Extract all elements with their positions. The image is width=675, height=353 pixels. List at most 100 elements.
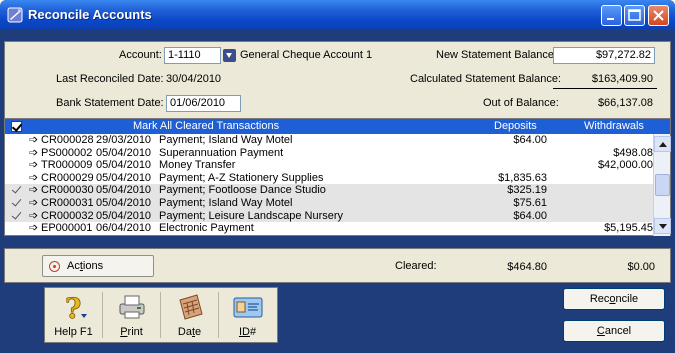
transaction-date: 29/03/2010 (96, 134, 152, 146)
transaction-date: 05/04/2010 (96, 197, 152, 209)
cancel-button[interactable]: Cancel (563, 320, 665, 342)
reconcile-accounts-window: Reconcile Accounts Account: 1-1110 Gener… (0, 0, 675, 353)
zoom-arrow-icon[interactable]: ➩ (29, 146, 38, 159)
vertical-scrollbar[interactable] (653, 134, 671, 236)
out-of-balance-value: $66,137.08 (597, 97, 653, 109)
zoom-arrow-icon[interactable]: ➩ (29, 196, 38, 209)
out-of-balance-label: Out of Balance: (483, 97, 559, 109)
transaction-id: CR000028 (41, 134, 94, 146)
transaction-id: EP000001 (41, 222, 93, 235)
transaction-date: 05/04/2010 (96, 159, 152, 172)
transaction-memo: Money Transfer (159, 159, 236, 172)
date-button[interactable]: Date (161, 288, 218, 342)
transaction-deposit: $64.00 (513, 134, 547, 146)
transaction-date: 06/04/2010 (96, 222, 152, 235)
transaction-deposit: $64.00 (513, 209, 547, 222)
cleared-checkmark-icon[interactable] (11, 197, 22, 209)
close-button[interactable] (648, 5, 669, 26)
table-row[interactable]: ➩ TR000009 05/04/2010 Money Transfer $42,000… (5, 159, 653, 172)
new-statement-balance-field[interactable]: $97,272.82 (553, 47, 655, 64)
balance-divider (553, 88, 657, 89)
svg-text:?: ? (65, 292, 81, 322)
actions-button[interactable]: Actions (42, 255, 154, 277)
transaction-rows: ➩ CR000028 29/03/2010 Payment; Island Way M… (5, 134, 653, 236)
date-label: Date (177, 326, 202, 338)
cleared-deposits-total: $464.80 (507, 261, 547, 273)
transaction-id: TR000009 (41, 159, 93, 172)
transaction-id: CR000032 (41, 209, 94, 222)
calculated-balance-label: Calculated Statement Balance: (410, 73, 562, 85)
account-name: General Cheque Account 1 (240, 49, 373, 61)
zoom-arrow-icon[interactable]: ➩ (29, 221, 38, 234)
cleared-checkmark-icon[interactable] (11, 172, 22, 184)
calendar-icon (179, 294, 203, 320)
actions-target-icon (49, 261, 60, 272)
table-row[interactable]: ➩ CR000028 29/03/2010 Payment; Island Way M… (5, 134, 653, 147)
minimize-icon (607, 18, 614, 20)
last-reconciled-label: Last Reconciled Date: (56, 73, 164, 85)
window-body: Account: 1-1110 General Cheque Account 1… (4, 30, 671, 349)
zoom-arrow-icon[interactable]: ➩ (29, 183, 38, 196)
cleared-withdrawals-total: $0.00 (627, 261, 655, 273)
id-button[interactable]: ID# (219, 288, 276, 342)
mark-all-checkbox[interactable] (11, 121, 22, 132)
zoom-arrow-icon[interactable]: ➩ (29, 171, 38, 184)
account-label: Account: (119, 49, 162, 61)
calculated-balance-value: $163,409.90 (591, 73, 653, 85)
minimize-button[interactable] (601, 5, 622, 26)
cleared-checkmark-icon[interactable] (11, 184, 22, 196)
table-row[interactable]: ➩ CR000032 05/04/2010 Payment; Leisure Land… (5, 209, 653, 223)
scroll-up-arrow-icon[interactable] (654, 136, 671, 152)
transaction-date: 05/04/2010 (96, 146, 152, 159)
scroll-down-arrow-icon[interactable] (654, 218, 671, 234)
print-button[interactable]: Print (103, 288, 160, 342)
transaction-withdrawal: $498.08 (613, 146, 653, 159)
table-row[interactable]: ➩ CR000029 05/04/2010 Payment; A-Z Statione… (5, 172, 653, 185)
transactions-list: Mark All Cleared Transactions Deposits W… (4, 118, 671, 236)
bank-statement-date-field[interactable]: 01/06/2010 (166, 95, 241, 112)
printer-icon (119, 295, 145, 319)
cleared-checkmark-icon[interactable] (11, 159, 22, 171)
transaction-date: 05/04/2010 (96, 209, 152, 222)
transaction-date: 05/04/2010 (96, 184, 152, 197)
table-row[interactable]: ➩ PS000002 05/04/2010 Superannuation Paymen… (5, 147, 653, 160)
account-field[interactable]: 1-1110 (164, 47, 221, 64)
close-icon (653, 10, 664, 21)
table-row[interactable]: ➩ EP000001 06/04/2010 Electronic Payment $5,… (5, 222, 653, 235)
mark-all-cleared-label[interactable]: Mark All Cleared Transactions (133, 120, 279, 132)
maximize-icon (628, 9, 641, 21)
cleared-checkmark-icon[interactable] (11, 134, 22, 146)
transaction-memo: Superannuation Payment (159, 146, 284, 159)
transaction-memo: Payment; Leisure Landscape Nursery (159, 209, 344, 222)
transaction-memo: Payment; Footloose Dance Studio (159, 184, 326, 197)
cleared-checkmark-icon[interactable] (11, 222, 22, 234)
print-label: Print (120, 326, 143, 338)
actions-label: Actions (67, 260, 104, 272)
transaction-memo: Payment; Island Way Motel (159, 197, 293, 209)
deposits-column-header: Deposits (494, 120, 537, 132)
account-lookup-icon[interactable] (223, 49, 236, 62)
transaction-deposit: $325.19 (507, 184, 547, 197)
zoom-arrow-icon[interactable]: ➩ (29, 134, 38, 146)
maximize-button[interactable] (624, 5, 645, 26)
transaction-id: CR000029 (41, 171, 94, 184)
transaction-memo: Payment; Island Way Motel (159, 134, 293, 146)
transaction-withdrawal: $42,000.00 (597, 159, 653, 172)
id-label: ID# (238, 326, 257, 338)
zoom-arrow-icon[interactable]: ➩ (29, 209, 38, 222)
cleared-checkmark-icon[interactable] (11, 210, 22, 222)
scrollbar-thumb[interactable] (655, 174, 670, 196)
last-reconciled-value: 30/04/2010 (166, 73, 222, 85)
help-button[interactable]: ? Help F1 (45, 288, 102, 342)
table-row[interactable]: ➩ CR000031 05/04/2010 Payment; Island Way M… (5, 197, 653, 210)
table-row[interactable]: ➩ CR000030 05/04/2010 Payment; Footloose Da… (5, 184, 653, 197)
cleared-checkmark-icon[interactable] (11, 147, 22, 159)
reconcile-button[interactable]: Reconcile (563, 288, 665, 310)
reconcile-app-icon (7, 7, 23, 23)
list-header: Mark All Cleared Transactions Deposits W… (5, 119, 670, 134)
transaction-date: 05/04/2010 (96, 171, 152, 184)
zoom-arrow-icon[interactable]: ➩ (29, 158, 38, 171)
title-bar[interactable]: Reconcile Accounts (0, 0, 675, 30)
transaction-deposit: $1,835.63 (498, 171, 547, 184)
help-question-icon: ? (65, 292, 87, 322)
